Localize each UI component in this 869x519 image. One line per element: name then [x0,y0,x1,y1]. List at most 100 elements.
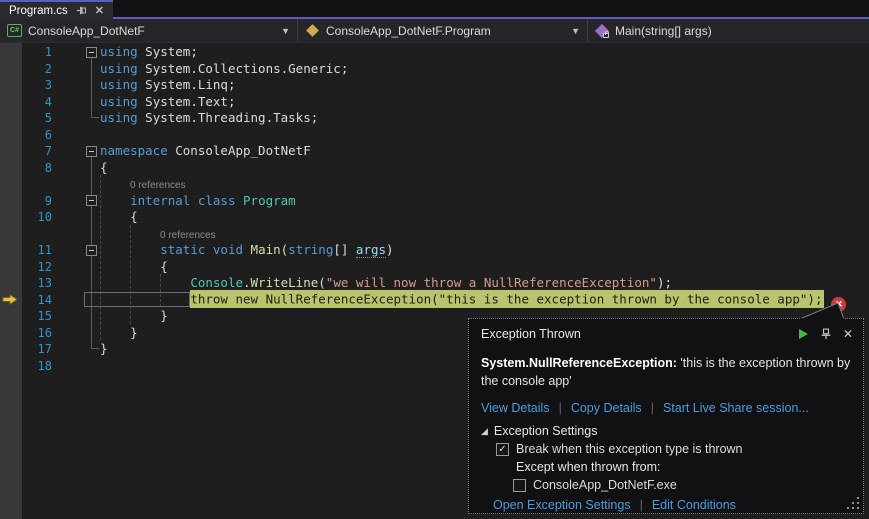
close-icon[interactable]: ✕ [843,327,853,341]
codelens-row: 0 references [0,226,869,243]
project-dropdown[interactable]: C# ConsoleApp_DotNetF ▼ [0,19,298,42]
code-text: internal class Program [100,193,296,210]
expander-icon[interactable]: ◢ [481,426,488,437]
chevron-down-icon[interactable]: ▼ [281,26,290,36]
tab-close-icon[interactable]: ✕ [95,4,104,17]
open-exception-settings-link[interactable]: Open Exception Settings [493,498,631,512]
code-line: 1using System; [0,44,869,61]
line-number: 12 [22,259,52,276]
codelens-references[interactable]: 0 references [130,180,186,191]
resize-grip[interactable] [847,497,859,509]
link-separator: | [559,401,562,415]
tab-title: Program.cs [9,5,68,17]
copy-details-link[interactable]: Copy Details [571,401,642,415]
code-line: 11 static void Main(string[] args) [0,242,869,259]
breakpoint-margin-cell[interactable] [0,94,22,111]
current-statement-box [84,292,190,307]
breakpoint-margin-cell[interactable] [0,143,22,160]
code-line: 3 using System.Linq; [0,77,869,94]
break-checkbox[interactable]: ✓ [496,443,509,456]
tab-strip: Program.cs ✕ [0,0,869,19]
module-checkbox[interactable] [513,479,526,492]
chevron-down-icon[interactable]: ▼ [571,26,580,36]
breakpoint-margin-cell[interactable] [0,242,22,259]
code-text: namespace ConsoleApp_DotNetF [100,143,311,160]
edit-conditions-link[interactable]: Edit Conditions [652,498,736,512]
breakpoint-margin-cell[interactable] [0,127,22,144]
breakpoint-margin-cell[interactable] [0,341,22,358]
breakpoint-margin-cell[interactable] [0,44,22,61]
break-checkbox-label: Break when this exception type is thrown [516,442,743,456]
breakpoint-margin-cell[interactable] [0,259,22,276]
code-line: 6 [0,127,869,144]
breakpoint-margin-cell[interactable] [0,308,22,325]
settings-links: Open Exception Settings | Edit Condition… [481,498,851,512]
breakpoint-margin-cell[interactable] [0,358,22,375]
code-text: } [100,341,108,358]
code-line: 14 throw new NullReferenceException("thi… [0,292,869,309]
member-dropdown[interactable]: Main(string[] args) [588,19,869,42]
link-separator: | [640,498,643,512]
breakpoint-margin-cell[interactable] [0,226,22,243]
codelens-row: 0 references [0,176,869,193]
tab-program-cs[interactable]: Program.cs ✕ [0,0,113,19]
line-number: 16 [22,325,52,342]
code-line: 8{ [0,160,869,177]
line-number [22,226,52,243]
current-statement-arrow-icon [2,294,18,305]
popup-title: Exception Thrown [481,327,581,341]
private-method-icon [595,24,609,38]
code-text: using System.Text; [100,94,235,111]
code-line: 10 { [0,209,869,226]
code-line: 7 namespace ConsoleApp_DotNetF [0,143,869,160]
breakpoint-margin-cell[interactable] [0,77,22,94]
line-number: 5 [22,110,52,127]
fold-toggle[interactable] [86,195,97,206]
exception-helper-popup: Exception Thrown ✕ System.NullReferenceE… [468,318,864,514]
live-share-link[interactable]: Start Live Share session... [663,401,809,415]
breakpoint-margin-cell[interactable] [0,292,22,309]
type-dropdown[interactable]: ConsoleApp_DotNetF.Program ▼ [298,19,588,42]
line-number: 3 [22,77,52,94]
breakpoint-margin-cell[interactable] [0,325,22,342]
breakpoint-margin-cell[interactable] [0,275,22,292]
breakpoint-margin-cell[interactable] [0,160,22,177]
exception-settings-header: Exception Settings [494,424,598,438]
line-number: 1 [22,44,52,61]
continue-execution-icon[interactable] [797,328,809,340]
popup-callout-tail [799,302,851,319]
line-number: 11 [22,242,52,259]
breakpoint-margin-cell[interactable] [0,193,22,210]
exception-description: System.NullReferenceException: 'this is … [469,354,863,390]
code-text: using System.Linq; [100,77,235,94]
view-details-link[interactable]: View Details [481,401,550,415]
pin-icon[interactable] [76,5,87,16]
breakpoint-margin-cell[interactable] [0,110,22,127]
fold-toggle[interactable] [86,245,97,256]
line-number: 15 [22,308,52,325]
breakpoint-margin-cell[interactable] [0,209,22,226]
pin-icon[interactable] [820,328,832,340]
breakpoint-margin-cell[interactable] [0,61,22,78]
fold-toggle[interactable] [86,47,97,58]
code-text: } [100,325,138,342]
codelens-references[interactable]: 0 references [160,230,216,241]
fold-toggle[interactable] [86,146,97,157]
line-number: 7 [22,143,52,160]
line-number: 9 [22,193,52,210]
code-text: using System.Collections.Generic; [100,61,348,78]
line-number: 18 [22,358,52,375]
code-text: { [100,160,108,177]
code-line: 12 { [0,259,869,276]
code-text: static void Main(string[] args) [100,242,394,259]
tab-strip-empty [113,0,869,19]
popup-links: View Details | Copy Details | Start Live… [469,401,863,415]
code-text: using System.Threading.Tasks; [100,110,318,127]
member-dropdown-label: Main(string[] args) [615,24,712,38]
csharp-project-icon: C# [7,24,22,37]
exception-settings-section: ◢ Exception Settings ✓ Break when this e… [469,424,863,512]
navigation-bar: C# ConsoleApp_DotNetF ▼ ConsoleApp_DotNe… [0,19,869,43]
exception-type: System.NullReferenceException: [481,356,677,370]
code-line: 2using System.Collections.Generic; [0,61,869,78]
breakpoint-margin-cell[interactable] [0,176,22,193]
